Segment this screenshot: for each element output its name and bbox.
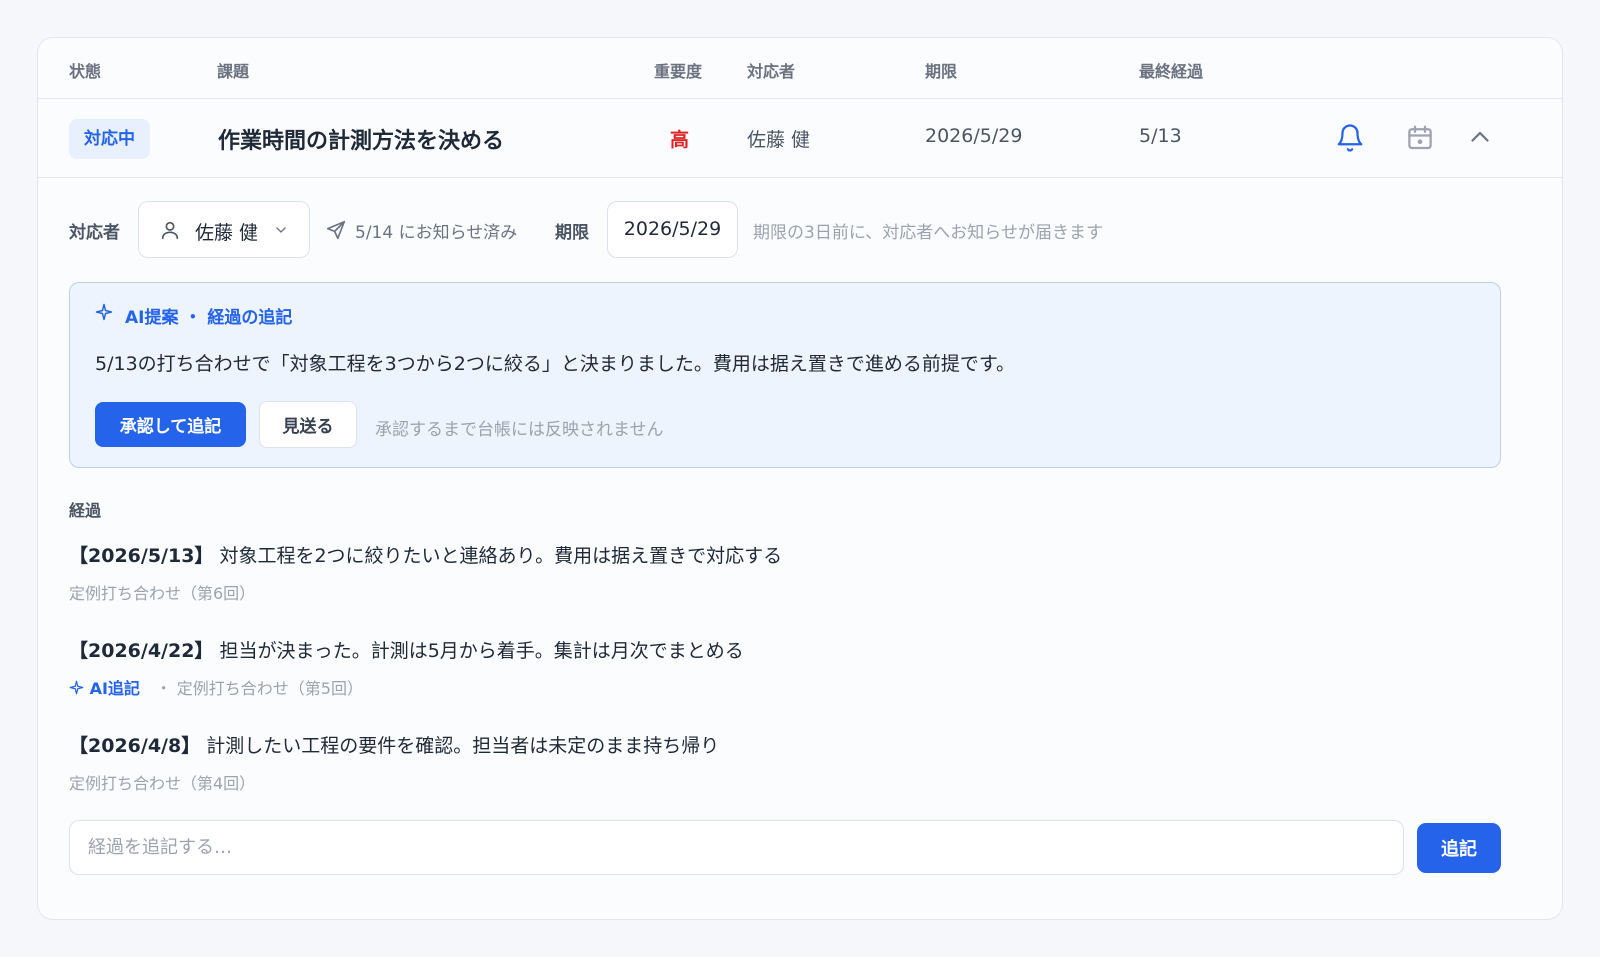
progress-entry-text: 【2026/4/22】 担当が決まった。計測は5月から着手。集計は月次でまとめる xyxy=(69,636,1369,663)
progress-entry-meta: ・ 定例打ち合わせ（第5回） xyxy=(155,679,363,698)
calendar-icon[interactable] xyxy=(1405,123,1435,153)
row-due: 2026/5/29 xyxy=(925,125,1023,147)
header-status: 状態 xyxy=(69,62,102,81)
progress-section-label: 経過 xyxy=(69,501,102,520)
priority-badge: 高 xyxy=(670,129,690,151)
approve-button[interactable]: 承認して追記 xyxy=(95,402,246,447)
progress-input[interactable] xyxy=(69,820,1404,875)
ai-suggestion-text: 5/13の打ち合わせで「対象工程を3つから2つに絞る」と決まりました。費用は据え… xyxy=(95,353,1015,375)
progress-entry-text: 【2026/4/8】 計測したい工程の要件を確認。担当者は未定のまま持ち帰り xyxy=(69,731,1369,758)
ai-suggestion-note: 承認するまで台帳には反映されません xyxy=(375,420,664,440)
ai-suggestion-panel: AI提案 ・ 経過の追記 5/13の打ち合わせで「対象工程を3つから2つに絞る」… xyxy=(69,282,1501,468)
progress-entry-body: 対象工程を2つに絞りたいと連絡あり。費用は据え置きで対応する xyxy=(219,545,783,567)
list-item: 【2026/4/22】 担当が決まった。計測は5月から着手。集計は月次でまとめる… xyxy=(69,636,1369,699)
ai-tag: AI追記 xyxy=(69,679,146,698)
chevron-up-icon[interactable] xyxy=(1465,123,1495,153)
progress-entry-body: 計測したい工程の要件を確認。担当者は未定のまま持ち帰り xyxy=(206,735,720,757)
header-issue: 課題 xyxy=(217,62,250,81)
header-assignee: 対応者 xyxy=(747,62,796,81)
assignee-select[interactable]: 佐藤 健 xyxy=(138,201,310,258)
progress-entry-body: 担当が決まった。計測は5月から着手。集計は月次でまとめる xyxy=(219,640,744,662)
issue-title: 作業時間の計測方法を決める xyxy=(218,129,505,154)
header-last-progress: 最終経過 xyxy=(1139,62,1204,81)
due-date-field[interactable]: 2026/5/29 xyxy=(607,201,738,258)
header-priority: 重要度 xyxy=(654,62,703,81)
add-progress-button[interactable]: 追記 xyxy=(1417,823,1501,873)
due-hint: 期限の3日前に、対応者へお知らせが届きます xyxy=(753,223,1103,243)
assignee-label: 対応者 xyxy=(69,223,120,243)
user-icon xyxy=(161,221,179,240)
chevron-down-icon xyxy=(276,227,286,233)
list-item: 【2026/4/8】 計測したい工程の要件を確認。担当者は未定のまま持ち帰り 定… xyxy=(69,731,1369,794)
table-row[interactable]: 対応中 作業時間の計測方法を決める 高 佐藤 健 2026/5/29 5/13 xyxy=(38,99,1562,178)
progress-entry-date: 【2026/5/13】 xyxy=(69,545,214,567)
progress-entry-meta: 定例打ち合わせ（第6回） xyxy=(69,584,256,603)
send-icon xyxy=(326,220,346,240)
list-item: 【2026/5/13】 対象工程を2つに絞りたいと連絡あり。費用は据え置きで対応… xyxy=(69,541,1369,604)
notified-text: 5/14 にお知らせ済み xyxy=(355,223,518,243)
row-assignee: 佐藤 健 xyxy=(747,129,811,151)
sparkle-icon xyxy=(69,680,84,695)
progress-entry-text: 【2026/5/13】 対象工程を2つに絞りたいと連絡あり。費用は据え置きで対応… xyxy=(69,541,1369,568)
sparkle-icon xyxy=(95,303,113,321)
progress-entry-meta-row: AI追記 ・ 定例打ち合わせ（第5回） xyxy=(69,675,1369,699)
progress-entry-date: 【2026/4/22】 xyxy=(69,640,214,662)
bell-icon[interactable] xyxy=(1335,123,1365,153)
skip-button[interactable]: 見送る xyxy=(259,401,357,448)
header-due: 期限 xyxy=(925,62,958,81)
ai-tag-label: AI追記 xyxy=(89,679,140,698)
progress-entry-date: 【2026/4/8】 xyxy=(69,735,201,757)
row-last-progress: 5/13 xyxy=(1139,125,1182,147)
due-label: 期限 xyxy=(555,223,589,243)
progress-entry-meta: 定例打ち合わせ（第4回） xyxy=(69,774,256,793)
table-header: 状態 課題 重要度 対応者 期限 最終経過 xyxy=(38,38,1562,99)
assignee-select-value: 佐藤 健 xyxy=(195,222,259,244)
issue-card: 状態 課題 重要度 対応者 期限 最終経過 対応中 作業時間の計測方法を決める … xyxy=(37,37,1563,920)
ai-suggestion-heading-text: AI提案 ・ 経過の追記 xyxy=(125,308,293,328)
status-badge: 対応中 xyxy=(69,119,150,159)
